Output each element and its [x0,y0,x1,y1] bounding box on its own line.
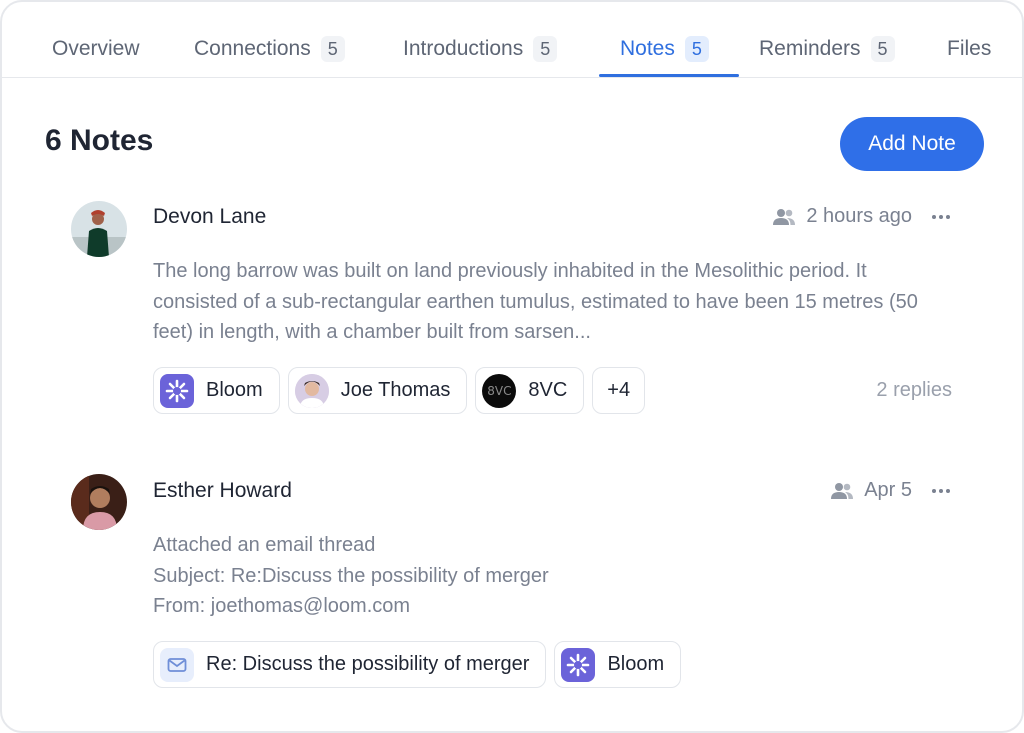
tag-label: +4 [607,379,631,401]
more-options-icon[interactable] [930,207,952,227]
tab-label: Connections [194,37,311,60]
tab-label: Introductions [403,37,524,60]
note-body-line: From: joethomas@loom.com [153,595,411,617]
tab-overview[interactable]: Overview [52,32,140,66]
tag-label: Bloom [206,379,263,401]
tab-introductions[interactable]: Introductions 5 [403,32,558,66]
replies-link[interactable]: 2 replies [876,379,952,402]
tag-chip[interactable]: Bloom [554,641,682,688]
tab-connections[interactable]: Connections 5 [194,32,345,66]
tag-chip[interactable]: Bloom [153,367,280,414]
tag-chip[interactable]: 8VC 8VC [475,367,585,414]
tab-count-badge: 5 [684,36,709,62]
note-body-line: Subject: Re:Discuss the possibility of m… [153,564,549,587]
tab-label: Overview [52,37,140,60]
notes-panel: Overview Connections 5 Introductions 5 N… [0,0,1024,733]
note-author[interactable]: Esther Howard [153,479,292,503]
tab-count-badge: 5 [870,36,895,62]
tab-label: Notes [620,37,675,60]
people-icon [830,481,854,501]
tag-label: Re: Discuss the possibility of merger [206,653,530,675]
tab-count-badge: 5 [533,36,558,62]
note-meta: Apr 5 [830,479,952,502]
people-icon [772,207,796,227]
active-tab-indicator [599,74,739,77]
tab-reminders[interactable]: Reminders 5 [759,32,895,66]
tag-label: Joe Thomas [340,379,451,401]
bloom-logo-icon [561,647,596,682]
tab-label: Files [947,37,992,60]
note-author[interactable]: Devon Lane [153,205,266,229]
avatar[interactable] [71,201,127,257]
note-body: Attached an email thread Subject: Re:Dis… [153,530,953,622]
tag-label: Bloom [607,653,665,675]
note-timestamp: Apr 5 [864,479,912,501]
tab-bar: Overview Connections 5 Introductions 5 N… [2,2,1022,78]
email-thread-chip[interactable]: Re: Discuss the possibility of merger [153,641,547,688]
note-meta: 2 hours ago [772,205,952,228]
tab-count-badge: 5 [320,36,345,62]
tab-files[interactable]: Files [947,32,991,66]
bloom-logo-icon [160,373,194,408]
more-tags-chip[interactable]: +4 [592,367,646,414]
tag-chip[interactable]: Joe Thomas [287,367,468,414]
avatar [294,373,329,408]
mail-icon [160,647,194,682]
note-tags: Bloom Joe Thomas 8VC 8VC +4 [153,367,646,414]
note-body: The long barrow was built on land previo… [153,260,918,343]
note-tags: Re: Discuss the possibility of merger Bl… [153,641,682,688]
tag-label: 8VC [528,379,568,401]
add-note-button[interactable]: Add Note [840,117,984,171]
8vc-logo-icon: 8VC [482,373,517,408]
tab-label: Reminders [759,37,861,60]
note-body-line: Attached an email thread [153,534,376,556]
more-options-icon[interactable] [930,481,952,501]
note-timestamp: 2 hours ago [806,205,912,227]
page-title: 6 Notes [45,124,154,157]
avatar[interactable] [71,474,127,530]
tab-notes[interactable]: Notes 5 [620,32,709,66]
